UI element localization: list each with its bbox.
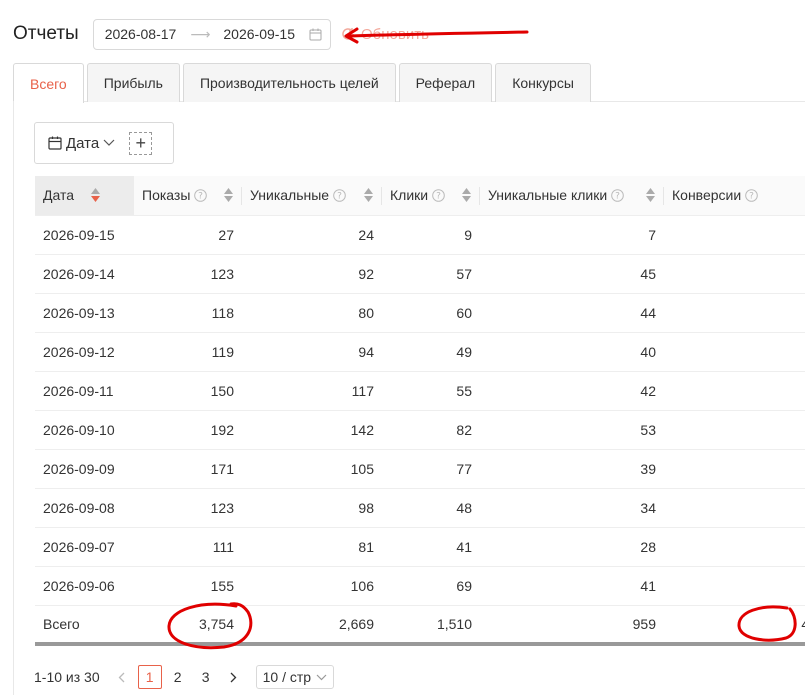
svg-text:?: ? bbox=[615, 191, 620, 201]
sort-icon[interactable] bbox=[91, 188, 100, 202]
calendar-icon[interactable] bbox=[309, 28, 322, 41]
column-header-unique[interactable]: Уникальные? bbox=[242, 176, 382, 216]
column-header-date[interactable]: Дата bbox=[35, 176, 134, 216]
column-header-clicks[interactable]: Клики? bbox=[382, 176, 480, 216]
pagination: 1-10 из 30 1 2 3 10 / стр bbox=[34, 665, 335, 689]
tab-total[interactable]: Всего bbox=[13, 63, 84, 103]
table-row: 2026-09-1115011755421 bbox=[35, 371, 805, 411]
page-size-select[interactable]: 10 / стр bbox=[255, 665, 335, 689]
date-from-input[interactable]: 2026-08-17 bbox=[105, 26, 177, 42]
sort-icon[interactable] bbox=[224, 188, 233, 202]
refresh-icon bbox=[342, 28, 354, 40]
table-row: 2026-09-0917110577394 bbox=[35, 449, 805, 489]
table-row: 2026-09-071118141282 bbox=[35, 527, 805, 567]
tab-profit[interactable]: Прибыль bbox=[86, 63, 180, 102]
chevron-down-icon bbox=[316, 674, 327, 681]
report-card: Дата + Дата Показы ? Уникальные ? Клики … bbox=[13, 101, 805, 695]
tab-contests[interactable]: Конкурсы bbox=[495, 63, 591, 102]
help-icon[interactable]: ? bbox=[611, 188, 624, 202]
next-page-icon[interactable] bbox=[222, 665, 246, 689]
refresh-button[interactable]: Обновить bbox=[341, 26, 429, 43]
tab-referral[interactable]: Реферал bbox=[398, 63, 493, 102]
group-by-label: Дата bbox=[66, 134, 100, 152]
table-row: 2026-09-131188060441 bbox=[35, 293, 805, 333]
group-by-date-dropdown[interactable]: Дата bbox=[48, 135, 115, 152]
help-icon[interactable]: ? bbox=[194, 188, 208, 202]
refresh-label: Обновить bbox=[361, 25, 429, 43]
add-grouping-button[interactable]: + bbox=[129, 131, 153, 155]
help-icon[interactable]: ? bbox=[745, 188, 758, 202]
page-size-value: 10 / стр bbox=[262, 669, 312, 685]
report-tabs: Всего Прибыль Производительность целей Р… bbox=[13, 63, 805, 103]
column-header-unique-clicks[interactable]: Уникальные клики? bbox=[480, 176, 664, 216]
table-header-row: Дата Показы? Уникальные? Клики ? Уникаль… bbox=[35, 176, 805, 216]
svg-text:?: ? bbox=[436, 191, 441, 201]
page-button-2[interactable]: 2 bbox=[166, 665, 190, 689]
table-row: 2026-09-081239848344 bbox=[35, 488, 805, 528]
table-row: 2026-09-0615510669411 bbox=[35, 566, 805, 606]
page-button-3[interactable]: 3 bbox=[194, 665, 218, 689]
prev-page-icon[interactable] bbox=[110, 665, 134, 689]
sort-icon[interactable] bbox=[462, 188, 471, 202]
page-button-1[interactable]: 1 bbox=[137, 665, 162, 689]
sort-icon[interactable] bbox=[646, 188, 655, 202]
table-row: 2026-09-121199449401 bbox=[35, 332, 805, 372]
page-title: Отчеты bbox=[13, 23, 79, 44]
grouping-toolbar: Дата + bbox=[34, 122, 174, 164]
svg-text:?: ? bbox=[749, 191, 754, 201]
chevron-down-icon bbox=[103, 139, 115, 147]
column-header-impressions[interactable]: Показы? bbox=[134, 176, 242, 216]
report-header: Отчеты 2026-08-17 ⟶ 2026-09-15 Обновить bbox=[13, 18, 429, 50]
calendar-icon bbox=[48, 136, 62, 150]
date-range-picker[interactable]: 2026-08-17 ⟶ 2026-09-15 bbox=[92, 18, 332, 50]
range-arrow-icon: ⟶ bbox=[190, 25, 211, 42]
help-icon[interactable]: ? bbox=[333, 188, 346, 202]
date-to-input[interactable]: 2026-09-15 bbox=[223, 26, 295, 42]
svg-text:?: ? bbox=[199, 191, 204, 201]
column-header-conversions[interactable]: Конверсии? bbox=[664, 176, 805, 216]
sort-icon[interactable] bbox=[364, 188, 373, 202]
tab-goal-performance[interactable]: Производительность целей bbox=[182, 63, 396, 102]
report-table: Дата Показы? Уникальные? Клики ? Уникаль… bbox=[35, 176, 805, 646]
table-row: 2026-09-141239257450 bbox=[35, 254, 805, 294]
help-icon[interactable]: ? bbox=[432, 188, 445, 202]
totals-row: Всего3,7542,6691,51095949 bbox=[35, 605, 805, 646]
table-row: 2026-09-152724971 bbox=[35, 215, 805, 255]
pagination-info: 1-10 из 30 bbox=[34, 669, 100, 685]
table-row: 2026-09-1019214282530 bbox=[35, 410, 805, 450]
svg-text:?: ? bbox=[337, 191, 342, 201]
